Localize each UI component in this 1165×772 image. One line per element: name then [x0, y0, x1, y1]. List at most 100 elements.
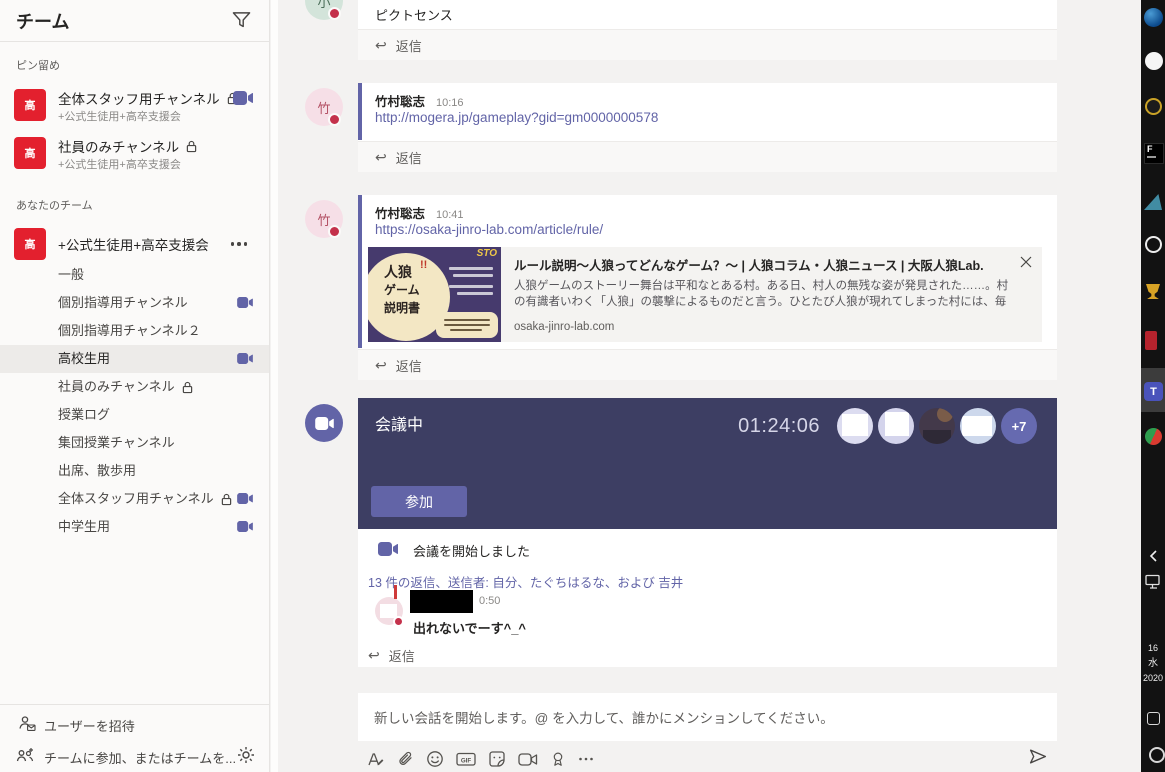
- taskbar-app-icon[interactable]: [1145, 52, 1163, 70]
- channel-name: 中学生用: [58, 513, 110, 541]
- redacted-author-name: [410, 590, 473, 613]
- channel-name: 出席、散歩用: [58, 457, 136, 485]
- join-or-create-team-button[interactable]: チームに参加、またはチームを...: [0, 743, 269, 771]
- presence-busy-indicator: [328, 225, 341, 238]
- pinned-channel-name: 全体スタッフ用チャンネル: [58, 88, 220, 108]
- reply-arrow-icon: ↩: [368, 647, 380, 664]
- taskbar-app-icon[interactable]: [1144, 194, 1162, 210]
- page-title: チーム: [16, 8, 69, 34]
- pinned-channel-subtitle: +公式生徒用+高卒支援会: [58, 156, 181, 172]
- sidebar-channel-item[interactable]: 個別指導用チャンネル２: [0, 317, 269, 345]
- meeting-camera-icon[interactable]: [237, 353, 253, 364]
- message-time: 0:50: [479, 595, 500, 607]
- sidebar-channel-item[interactable]: 社員のみチャンネル: [0, 373, 269, 401]
- sidebar-channel-item[interactable]: 授業ログ: [0, 401, 269, 429]
- channel-name: 授業ログ: [58, 401, 110, 429]
- link-preview-title: ルール説明～人狼ってどんなゲーム？～ | 人狼コラム・人狼ニュース | 大阪人狼…: [514, 255, 1016, 274]
- reply-arrow-icon: ↩: [375, 37, 387, 54]
- sidebar-channel-item[interactable]: 全体スタッフ用チャンネル: [0, 485, 269, 513]
- participant-overflow-badge[interactable]: +7: [1001, 408, 1037, 444]
- sidebar-channel-item[interactable]: 集団授業チャンネル: [0, 429, 269, 457]
- gear-icon[interactable]: [237, 746, 255, 764]
- format-icon[interactable]: [366, 751, 385, 767]
- invite-user-icon: [18, 715, 36, 732]
- taskbar-clock-date[interactable]: 16 水 2020: [1141, 641, 1165, 686]
- taskbar-teams-icon[interactable]: T: [1144, 382, 1163, 401]
- teams-sidebar: チーム ピン留め 高 全体スタッフ用チャンネル +公式生徒用+高卒支援会 高 社…: [0, 0, 270, 772]
- network-icon[interactable]: [1145, 574, 1163, 590]
- gif-icon[interactable]: GIF: [456, 750, 476, 768]
- sidebar-channel-item[interactable]: 中学生用: [0, 513, 269, 541]
- unread-marker: [358, 83, 362, 140]
- invite-users-label: ユーザーを招待: [44, 716, 135, 735]
- meeting-card-body: 会議を開始しました 13 件の返信、送信者: 自分、たぐちはるな、および 吉井 …: [358, 529, 1057, 667]
- sticker-icon[interactable]: [488, 750, 506, 768]
- sidebar-channel-item[interactable]: 一般: [0, 261, 269, 289]
- meeting-camera-icon[interactable]: [237, 521, 253, 532]
- reply-button[interactable]: ↩ 返信: [358, 349, 1057, 380]
- pinned-channel-item[interactable]: 高 社員のみチャンネル +公式生徒用+高卒支援会: [0, 135, 269, 181]
- date-day: 16: [1141, 641, 1165, 656]
- meeting-timer: 01:24:06: [738, 415, 820, 438]
- send-icon[interactable]: [1028, 747, 1048, 766]
- participant-avatar: [837, 408, 873, 444]
- filter-icon[interactable]: [232, 11, 251, 29]
- message-header: 竹村聡志10:16: [375, 91, 464, 111]
- reply-button[interactable]: ↩ 返信: [358, 29, 1057, 60]
- channel-name: 全体スタッフ用チャンネル: [58, 485, 214, 513]
- sidebar-scrollbar-track[interactable]: [271, 0, 278, 772]
- close-icon[interactable]: [1020, 256, 1032, 268]
- taskbar-app-icon[interactable]: F: [1144, 143, 1164, 164]
- action-center-icon[interactable]: [1147, 712, 1160, 725]
- team-header-row[interactable]: 高 +公式生徒用+高卒支援会: [0, 226, 269, 262]
- invite-users-button[interactable]: ユーザーを招待: [0, 711, 269, 739]
- sidebar-channel-item[interactable]: 出席、散歩用: [0, 457, 269, 485]
- your-teams-section-label: あなたのチーム: [16, 197, 93, 213]
- taskbar-app-icon[interactable]: [1144, 8, 1163, 27]
- team-name: +公式生徒用+高卒支援会: [58, 234, 209, 254]
- join-meeting-button[interactable]: 参加: [371, 486, 467, 517]
- meeting-camera-icon[interactable]: [237, 297, 253, 308]
- sidebar-header: チーム: [0, 0, 269, 42]
- compose-input[interactable]: 新しい会話を開始します。@ を入力して、誰かにメンションしてください。: [358, 693, 1057, 741]
- link-preview-thumbnail: STO 人狼 ゲーム 説明書 !!: [368, 247, 501, 342]
- pinned-channel-item[interactable]: 高 全体スタッフ用チャンネル +公式生徒用+高卒支援会: [0, 87, 269, 133]
- video-icon[interactable]: [518, 752, 538, 767]
- taskbar-app-icon[interactable]: [1146, 284, 1160, 299]
- sidebar-channel-item[interactable]: 個別指導用チャンネル: [0, 289, 269, 317]
- taskbar-app-icon[interactable]: [1145, 236, 1162, 253]
- meeting-camera-icon[interactable]: [233, 91, 253, 105]
- link-preview-domain: osaka-jinro-lab.com: [514, 321, 614, 333]
- compose-toolbar: GIF: [366, 750, 594, 768]
- message-card: 竹村聡志10:41 https://osaka-jinro-lab.com/ar…: [358, 195, 1057, 380]
- message-link[interactable]: https://osaka-jinro-lab.com/article/rule…: [375, 222, 603, 237]
- link-preview-card[interactable]: STO 人狼 ゲーム 説明書 !!: [368, 247, 1042, 342]
- message-link[interactable]: http://mogera.jp/gameplay?gid=gm00000005…: [375, 110, 658, 125]
- svg-text:GIF: GIF: [461, 757, 472, 764]
- channel-conversation-pane: 小 ピクトセンス ↩ 返信 竹 竹村聡志10:16 http://mogera.…: [271, 0, 1141, 772]
- channel-name: 集団授業チャンネル: [58, 429, 175, 457]
- more-options-icon[interactable]: [231, 242, 248, 246]
- channel-name: 社員のみチャンネル: [58, 373, 175, 401]
- message-time: 10:41: [436, 209, 464, 221]
- reply-button[interactable]: ↩ 返信: [368, 646, 415, 665]
- taskbar-app-icon[interactable]: [1145, 331, 1157, 350]
- taskbar-tray-icon[interactable]: [1149, 747, 1165, 763]
- lock-icon: [182, 381, 193, 394]
- attach-icon[interactable]: [397, 751, 414, 768]
- taskbar-app-icon[interactable]: [1145, 428, 1162, 445]
- meeting-camera-icon[interactable]: [237, 493, 253, 504]
- sidebar-channel-item-selected[interactable]: 高校生用: [0, 345, 269, 373]
- more-options-icon[interactable]: [578, 750, 594, 768]
- emoji-icon[interactable]: [426, 750, 444, 768]
- taskbar-app-icon[interactable]: [1145, 98, 1162, 115]
- meeting-card: 会議中 01:24:06 +7 参加 会議を開始しました 13 件の返信、送信者…: [358, 398, 1057, 667]
- meeting-banner: 会議中 01:24:06 +7 参加: [358, 398, 1057, 529]
- replies-summary-link[interactable]: 13 件の返信、送信者: 自分、たぐちはるな、および 吉井: [368, 572, 683, 591]
- reply-button[interactable]: ↩ 返信: [358, 141, 1057, 172]
- show-hidden-icons-chevron[interactable]: [1147, 549, 1159, 563]
- reply-arrow-icon: ↩: [375, 357, 387, 374]
- lock-icon: [186, 140, 197, 153]
- divider: [0, 704, 269, 705]
- praise-icon[interactable]: [550, 750, 566, 768]
